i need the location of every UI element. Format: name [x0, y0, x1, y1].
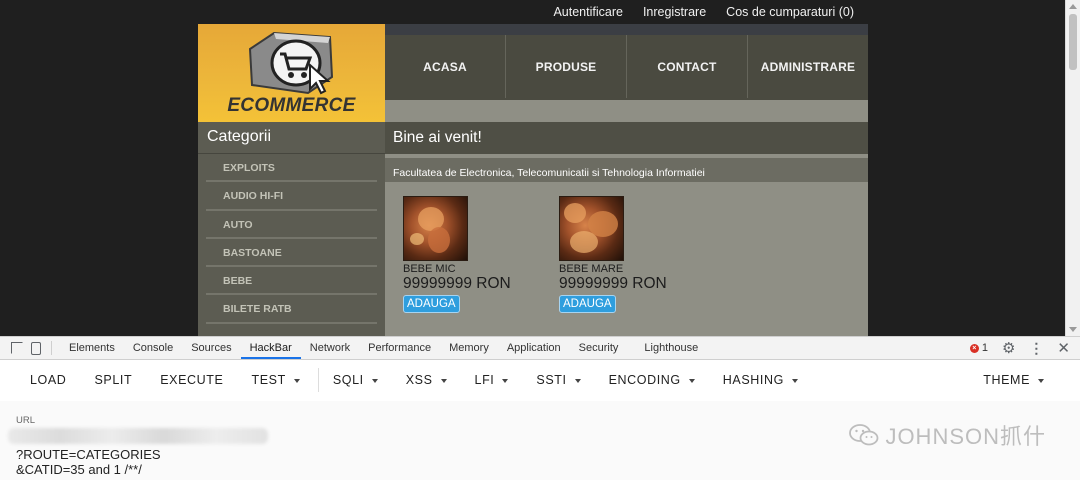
redacted-url: [8, 428, 268, 444]
encoding-label: ENCODING: [608, 373, 681, 387]
nav-administrare[interactable]: ADMINISTRARE: [747, 35, 868, 98]
nav-contact[interactable]: CONTACT: [626, 35, 747, 98]
chevron-down-icon: [1038, 378, 1044, 383]
device-toolbar-icon[interactable]: [31, 341, 41, 355]
tab-console[interactable]: Console: [124, 337, 182, 359]
devtools-panel: Elements Console Sources HackBar Network…: [0, 336, 1080, 480]
sidebar-item-bilete-ratb[interactable]: BILETE RATB: [206, 295, 377, 324]
register-link[interactable]: Inregistrare: [643, 5, 706, 21]
tab-separator: [51, 341, 52, 355]
shop-page: ECOMMERCE ACASA PRODUSE CONTACT ADMINIST…: [198, 24, 868, 336]
error-count: 1: [981, 342, 988, 354]
close-icon[interactable]: ✕: [1057, 339, 1070, 357]
product-image[interactable]: [403, 196, 468, 261]
chevron-down-icon: [502, 378, 509, 383]
nav-strip: [385, 100, 868, 122]
tab-elements[interactable]: Elements: [60, 337, 124, 359]
devtools-tabbar: Elements Console Sources HackBar Network…: [0, 337, 1080, 360]
cart-link[interactable]: Cos de cumparaturi (0): [726, 5, 854, 21]
tab-hackbar[interactable]: HackBar: [240, 337, 301, 359]
logo[interactable]: ECOMMERCE: [198, 24, 385, 122]
theme-dropdown[interactable]: THEME: [969, 373, 1058, 387]
inspect-element-icon[interactable]: [11, 342, 23, 354]
sidebar-item-bebe[interactable]: BEBE: [206, 267, 377, 296]
welcome-heading: Bine ai venit!: [385, 122, 868, 154]
url-label: URL: [16, 415, 36, 426]
encoding-dropdown[interactable]: ENCODING: [595, 373, 709, 387]
chevron-down-icon: [293, 378, 300, 383]
execute-button[interactable]: EXECUTE: [146, 373, 237, 387]
product-price: 99999999 RON: [559, 275, 667, 292]
faculty-subtitle: Facultatea de Electronica, Telecomunicat…: [385, 154, 868, 182]
theme-label: THEME: [983, 373, 1030, 387]
tab-performance[interactable]: Performance: [359, 337, 440, 359]
error-counter[interactable]: × 1: [969, 342, 988, 354]
url-editor[interactable]: URL ?ROUTE=CATEGORIES &CATID=35 and 1 /*…: [0, 401, 1080, 480]
product-image[interactable]: [559, 196, 624, 261]
category-list: EXPLOITS AUDIO HI-FI AUTO BASTOANE BEBE …: [198, 154, 385, 324]
tab-memory[interactable]: Memory: [440, 337, 498, 359]
scroll-down-icon[interactable]: [1069, 327, 1077, 332]
tab-application[interactable]: Application: [498, 337, 570, 359]
login-link[interactable]: Autentificare: [553, 5, 622, 21]
nav-produse[interactable]: PRODUSE: [505, 35, 626, 98]
product-name: BEBE MARE: [559, 263, 624, 275]
xss-dropdown[interactable]: XSS: [392, 373, 461, 387]
ssti-label: SSTI: [536, 373, 567, 387]
chevron-down-icon: [688, 378, 695, 383]
chevron-down-icon: [371, 378, 378, 383]
top-nav: Autentificare Inregistrare Cos de cumpar…: [0, 5, 868, 21]
lfi-label: LFI: [474, 373, 495, 387]
tab-sources[interactable]: Sources: [182, 337, 240, 359]
lfi-dropdown[interactable]: LFI: [461, 373, 523, 387]
tab-network[interactable]: Network: [301, 337, 359, 359]
hackbar-toolbar: LOAD SPLIT EXECUTE TEST SQLI XSS LFI SST…: [0, 360, 1080, 400]
page-scrollbar[interactable]: [1065, 0, 1080, 336]
error-icon: ×: [969, 343, 979, 353]
main-nav: ACASA PRODUSE CONTACT ADMINISTRARE: [385, 24, 868, 100]
cart-logo-icon: [248, 31, 334, 95]
test-dropdown[interactable]: TEST: [237, 373, 313, 387]
gear-icon[interactable]: ⚙: [1002, 339, 1015, 357]
sidebar-item-exploits[interactable]: EXPLOITS: [206, 154, 377, 183]
product-price: 99999999 RON: [403, 275, 511, 292]
logo-text: ECOMMERCE: [227, 95, 356, 116]
devtools-controls: × 1 ⚙ ⋮ ✕: [969, 337, 1070, 359]
test-label: TEST: [251, 373, 286, 387]
sqli-label: SQLI: [332, 373, 364, 387]
scrollbar-thumb[interactable]: [1069, 14, 1077, 70]
load-button[interactable]: LOAD: [16, 373, 80, 387]
split-button[interactable]: SPLIT: [80, 373, 146, 387]
product-name: BEBE MIC: [403, 263, 456, 275]
sidebar-item-auto[interactable]: AUTO: [206, 211, 377, 239]
sqli-dropdown[interactable]: SQLI: [319, 373, 392, 387]
main-content: Bine ai venit! Facultatea de Electronica…: [385, 122, 868, 336]
hashing-dropdown[interactable]: HASHING: [709, 373, 812, 387]
sidebar-item-bastoane[interactable]: BASTOANE: [206, 239, 377, 268]
xss-label: XSS: [405, 373, 433, 387]
category-sidebar: Categorii EXPLOITS AUDIO HI-FI AUTO BAST…: [198, 122, 385, 336]
add-to-cart-button[interactable]: ADAUGA: [559, 295, 616, 313]
url-query-line-2[interactable]: &CATID=35 and 1 /**/: [16, 462, 142, 477]
wechat-icon: [849, 424, 879, 446]
chevron-down-icon: [574, 378, 581, 383]
watermark-text: JOHNSON抓什: [885, 424, 1046, 449]
sidebar-title: Categorii: [198, 122, 385, 154]
add-to-cart-button[interactable]: ADAUGA: [403, 295, 460, 313]
url-query-line-1[interactable]: ?ROUTE=CATEGORIES: [16, 447, 161, 462]
watermark: JOHNSON抓什: [849, 419, 1046, 451]
hashing-label: HASHING: [722, 373, 784, 387]
tab-lighthouse[interactable]: Lighthouse: [635, 337, 707, 359]
tab-security[interactable]: Security: [570, 337, 628, 359]
sidebar-item-audio-hifi[interactable]: AUDIO HI-FI: [206, 182, 377, 211]
ssti-dropdown[interactable]: SSTI: [522, 373, 594, 387]
more-options-icon[interactable]: ⋮: [1029, 340, 1043, 357]
product-card: BEBE MARE 99999999 RON ADAUGA: [559, 196, 709, 313]
chevron-down-icon: [440, 378, 447, 383]
browser-viewport: Autentificare Inregistrare Cos de cumpar…: [0, 0, 1080, 336]
chevron-down-icon: [791, 378, 798, 383]
product-card: BEBE MIC 99999999 RON ADAUGA: [403, 196, 553, 313]
nav-acasa[interactable]: ACASA: [385, 35, 505, 98]
scroll-up-icon[interactable]: [1069, 4, 1077, 9]
